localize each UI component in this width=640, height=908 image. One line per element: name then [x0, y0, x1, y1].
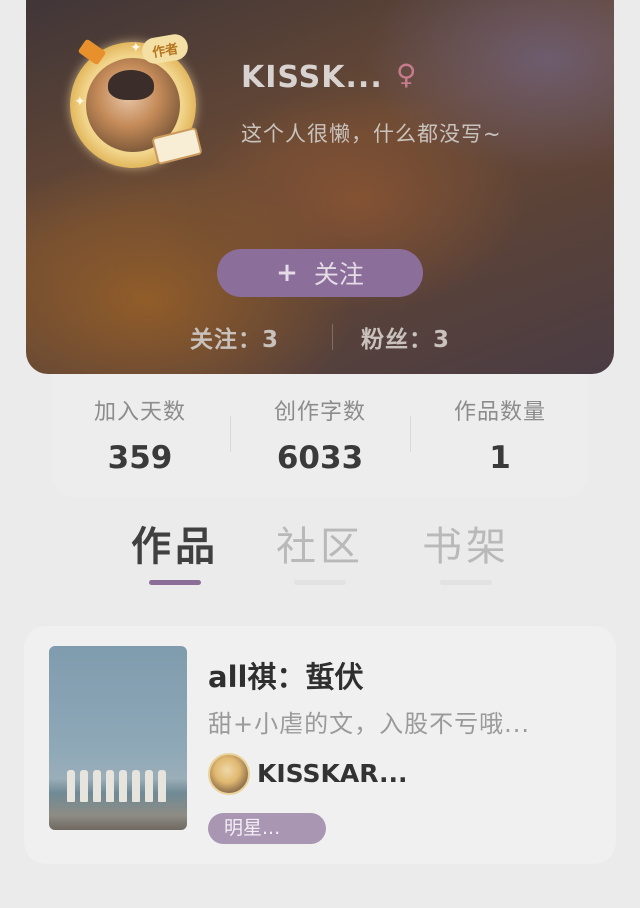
book-cover-image[interactable] — [49, 646, 187, 830]
stat-value: 359 — [107, 440, 173, 476]
stat-label: 加入天数 — [93, 400, 186, 425]
author-avatar[interactable]: ✦ ✦ 作者 — [70, 32, 210, 172]
tab-community[interactable]: 社区 — [265, 514, 375, 572]
follow-button-label: 关注 — [313, 260, 364, 289]
stat-label: 作品数量 — [453, 400, 546, 425]
tab-indicator — [294, 580, 346, 585]
divider — [230, 416, 231, 452]
plus-icon: + — [276, 258, 298, 288]
stat-works-count: 作品数量 1 — [415, 394, 585, 476]
star-icon: ✦ — [130, 40, 142, 56]
star-icon: ✦ — [74, 94, 86, 110]
tab-indicator — [440, 580, 492, 585]
stat-value: 1 — [489, 440, 511, 476]
stat-word-count: 创作字数 6033 — [235, 394, 405, 476]
user-bio: 这个人很懒，什么都没写~ — [241, 122, 502, 146]
follow-button[interactable]: + 关注 — [217, 249, 423, 297]
tab-bookshelf[interactable]: 书架 — [411, 514, 521, 572]
tab-works[interactable]: 作品 — [120, 514, 230, 572]
divider — [332, 324, 333, 350]
work-title[interactable]: all祺：蜇伏 — [208, 654, 363, 696]
author-badge: 作者 — [140, 32, 190, 66]
profile-header: ✦ ✦ 作者 KISSK... ♀ 这个人很懒，什么都没写~ + 关注 关注：3… — [26, 0, 614, 374]
active-tab-indicator — [149, 580, 201, 585]
work-description: 甜+小虐的文，入股不亏哦... — [208, 710, 530, 738]
divider — [410, 416, 411, 452]
stats-panel: 加入天数 359 创作字数 6033 作品数量 1 — [52, 374, 588, 497]
cover-figures — [67, 770, 166, 802]
stat-days-joined: 加入天数 359 — [55, 394, 225, 476]
author-avatar-small[interactable] — [208, 753, 250, 795]
work-list-item[interactable]: all祺：蜇伏 甜+小虐的文，入股不亏哦... KISSKAR... 明星... — [24, 626, 616, 864]
followers-count[interactable]: 粉丝：3 — [361, 320, 450, 354]
username: KISSK... — [241, 60, 383, 95]
stat-label: 创作字数 — [273, 400, 366, 425]
work-tag[interactable]: 明星... — [208, 813, 326, 844]
tab-bar: 作品 社区 书架 — [0, 514, 640, 594]
stat-value: 6033 — [276, 440, 364, 476]
following-count[interactable]: 关注：3 — [190, 320, 279, 354]
work-author-name[interactable]: KISSKAR... — [257, 759, 408, 788]
female-icon: ♀ — [396, 58, 417, 91]
